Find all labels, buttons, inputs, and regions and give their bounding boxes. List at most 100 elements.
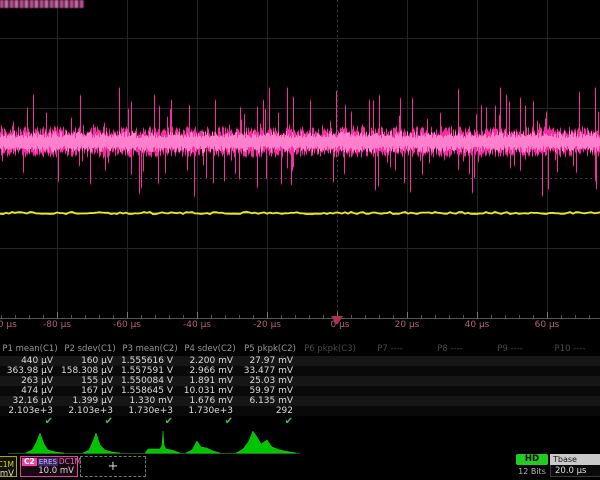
- table-value-cell: [420, 406, 480, 416]
- table-value-cell: 440 µV: [0, 356, 60, 366]
- table-value-cell: 32.16 µV: [0, 396, 60, 406]
- table-value-cell: 1.399 µV: [60, 396, 120, 406]
- table-value-cell: [540, 356, 600, 366]
- status-check-icon: ✔: [180, 416, 240, 428]
- table-value-cell: 10.031 mV: [180, 386, 240, 396]
- table-value-cell: [300, 356, 360, 366]
- time-axis-label: -80 µs: [43, 320, 71, 330]
- table-value-cell: [360, 376, 420, 386]
- time-axis-label: 60 µs: [535, 320, 560, 330]
- table-header-cell[interactable]: P9 ----: [480, 343, 540, 356]
- table-value-cell: [420, 376, 480, 386]
- time-axis-label: -100 µs: [0, 320, 17, 330]
- c1-descriptor-box[interactable]: DC1M 0 mV: [0, 456, 17, 477]
- c2-descriptor-box[interactable]: C2 ERES DC1M 10.0 mV: [20, 456, 78, 477]
- table-value-cell: [420, 386, 480, 396]
- add-trace-button[interactable]: +: [80, 456, 146, 477]
- table-value-cell: [300, 376, 360, 386]
- table-value-cell: 363.98 µV: [0, 366, 60, 376]
- table-header-cell[interactable]: P4 sdev(C2): [180, 343, 240, 356]
- table-value-cell: 1.558645 V: [120, 386, 180, 396]
- table-value-cell: 1.557591 V: [120, 366, 180, 376]
- table-value-cell: [300, 386, 360, 396]
- c1-scale-label: 0 mV: [0, 469, 14, 479]
- table-value-cell: 1.330 mV: [120, 396, 180, 406]
- table-row: 32.16 µV1.399 µV1.330 mV1.676 mV6.135 mV: [0, 396, 600, 406]
- c2-eres-badge: ERES: [38, 458, 58, 466]
- table-value-cell: 292: [240, 406, 300, 416]
- timebase-label: Tbase: [550, 454, 600, 465]
- table-header-cell[interactable]: P10 ----: [540, 343, 600, 356]
- status-check-icon: [300, 416, 360, 428]
- measurement-table: P1 mean(C1)P2 sdev(C1)P3 mean(C2)P4 sdev…: [0, 343, 600, 428]
- table-value-cell: 1.891 mV: [180, 376, 240, 386]
- table-value-cell: [420, 366, 480, 376]
- table-value-cell: [420, 396, 480, 406]
- time-axis-label: 40 µs: [465, 320, 490, 330]
- histicon[interactable]: [26, 433, 64, 453]
- hd-badge: HD: [516, 454, 548, 465]
- table-row: 263 µV155 µV1.550084 V1.891 mV25.03 mV: [0, 376, 600, 386]
- hd-mode-indicator[interactable]: HD 12 Bits: [516, 454, 548, 476]
- table-value-cell: [480, 406, 540, 416]
- c2-channel-badge: C2: [22, 458, 37, 466]
- histicon[interactable]: [145, 431, 180, 453]
- table-header-cell[interactable]: P8 ----: [420, 343, 480, 356]
- table-value-cell: 33.477 mV: [240, 366, 300, 376]
- table-value-cell: [300, 396, 360, 406]
- table-value-cell: 6.135 mV: [240, 396, 300, 406]
- table-value-cell: [540, 386, 600, 396]
- table-value-cell: [360, 356, 420, 366]
- table-value-cell: 160 µV: [60, 356, 120, 366]
- table-value-cell: 263 µV: [0, 376, 60, 386]
- status-check-icon: ✔: [240, 416, 300, 428]
- table-value-cell: 59.97 mV: [240, 386, 300, 396]
- status-check-icon: [360, 416, 420, 428]
- table-value-cell: [480, 366, 540, 376]
- table-value-cell: [480, 386, 540, 396]
- time-axis: -100 µs-80 µs-60 µs-40 µs-20 µs0 µs20 µs…: [0, 320, 600, 334]
- time-axis-label: 0 µs: [330, 320, 349, 330]
- timebase-box[interactable]: Tbase 20.0 µs: [550, 454, 600, 478]
- timebase-value: 20.0 µs: [550, 465, 600, 477]
- hd-bits-label: 12 Bits: [516, 465, 548, 476]
- table-value-cell: [360, 366, 420, 376]
- table-value-cell: 1.730e+3: [120, 406, 180, 416]
- plus-icon: +: [108, 459, 119, 474]
- histicon[interactable]: [236, 431, 296, 453]
- table-row: 440 µV160 µV1.555616 V2.200 mV27.97 mV: [0, 356, 600, 366]
- table-value-cell: 158.308 µV: [60, 366, 120, 376]
- table-value-cell: [360, 386, 420, 396]
- table-value-cell: [480, 376, 540, 386]
- table-value-cell: 1.676 mV: [180, 396, 240, 406]
- time-axis-label: -40 µs: [183, 320, 211, 330]
- table-value-cell: 27.97 mV: [240, 356, 300, 366]
- status-check-icon: ✔: [60, 416, 120, 428]
- table-header-cell[interactable]: P7 ----: [360, 343, 420, 356]
- histicon[interactable]: [83, 433, 120, 453]
- table-value-cell: 167 µV: [60, 386, 120, 396]
- table-row: 2.103e+32.103e+31.730e+31.730e+3292: [0, 406, 600, 416]
- time-axis-label: -20 µs: [253, 320, 281, 330]
- status-check-icon: [420, 416, 480, 428]
- table-header-cell[interactable]: P3 mean(C2): [120, 343, 180, 356]
- histicon[interactable]: [186, 441, 220, 453]
- table-value-cell: 2.103e+3: [60, 406, 120, 416]
- table-value-cell: 2.103e+3: [0, 406, 60, 416]
- table-header-cell[interactable]: P5 pkpk(C2): [240, 343, 300, 356]
- table-value-cell: [420, 356, 480, 366]
- table-value-cell: 2.200 mV: [180, 356, 240, 366]
- table-header-cell[interactable]: P6 pkpk(C3): [300, 343, 360, 356]
- table-header-cell[interactable]: P2 sdev(C1): [60, 343, 120, 356]
- time-axis-label: -60 µs: [113, 320, 141, 330]
- table-value-cell: [300, 406, 360, 416]
- table-header-cell[interactable]: P1 mean(C1): [0, 343, 60, 356]
- table-value-cell: [540, 376, 600, 386]
- status-check-icon: [480, 416, 540, 428]
- table-value-cell: 25.03 mV: [240, 376, 300, 386]
- table-value-cell: 1.555616 V: [120, 356, 180, 366]
- table-value-cell: [540, 366, 600, 376]
- table-value-cell: 155 µV: [60, 376, 120, 386]
- table-value-cell: [540, 396, 600, 406]
- c2-scale-label: 10.0 mV: [21, 467, 77, 476]
